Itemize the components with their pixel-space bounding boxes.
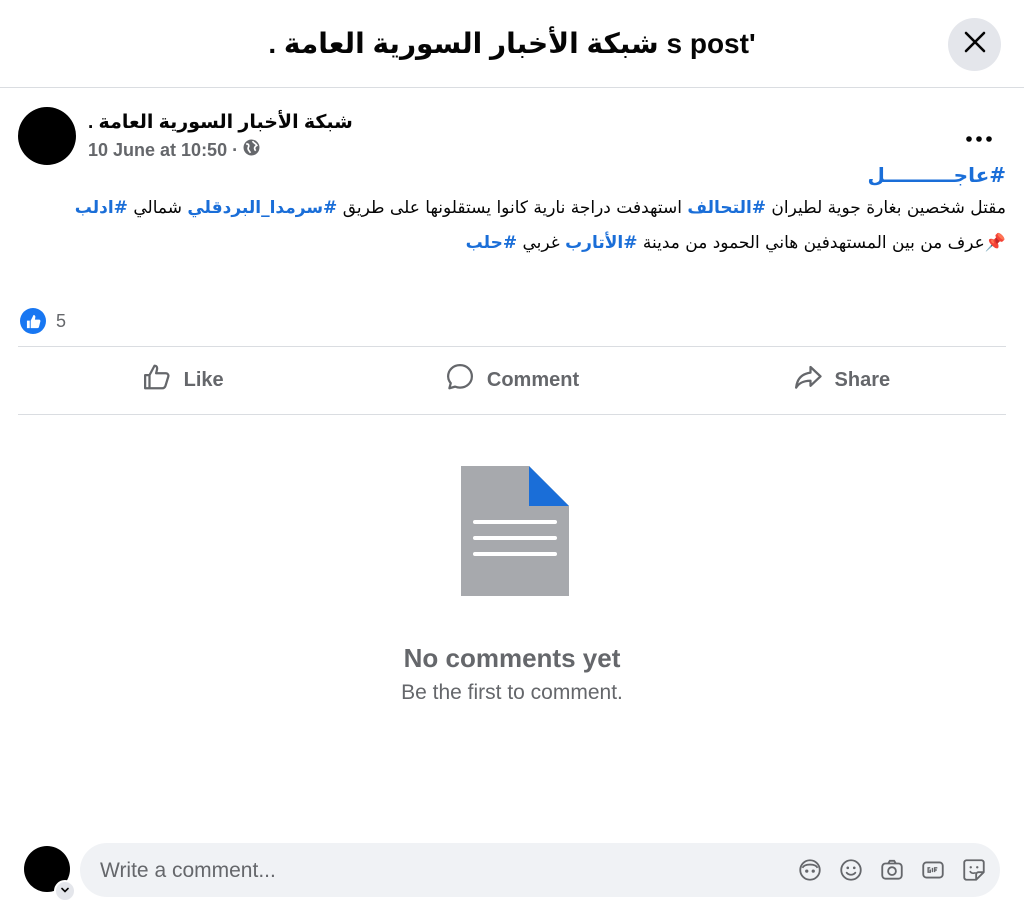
post-text: شمالي (127, 198, 188, 218)
share-button[interactable]: Share (677, 346, 1006, 414)
close-icon (964, 31, 986, 58)
close-button[interactable] (948, 18, 1001, 71)
avatar-sticker-icon[interactable] (796, 856, 824, 884)
comment-label: Comment (486, 368, 580, 391)
composer-icons (796, 856, 988, 884)
post-date[interactable]: 10 June at 10:50 (88, 139, 227, 161)
comment-bubble-icon (445, 362, 475, 398)
share-arrow-icon (793, 362, 823, 398)
comment-button[interactable]: Comment (347, 346, 676, 414)
post-paragraph-1: مقتل شخصين بغارة جوية لطيران #التحالف اس… (66, 196, 1006, 221)
post-actions: Like Comment Share (18, 346, 1006, 414)
author-name[interactable]: شبكة الأخبار السورية العامة . (88, 111, 353, 135)
empty-state-title: No comments yet (403, 643, 621, 673)
meta-separator: · (232, 140, 239, 160)
post-text: استهدفت دراجة نارية كانوا يستقلونها على … (337, 198, 688, 218)
post-paragraph-2: 📌عرف من بين المستهدفين هاني الحمود من مد… (66, 231, 1006, 256)
gif-icon[interactable] (919, 856, 947, 884)
post-meta: 10 June at 10:50 · (88, 139, 260, 161)
dialog-header: 's post شبكة الأخبار السورية العامة . (0, 0, 1024, 88)
like-reaction-icon (20, 308, 46, 334)
hashtag-aleppo[interactable]: #حلب (466, 233, 517, 253)
share-label: Share (834, 368, 891, 391)
urgent-hashtag[interactable]: #عاجــــــــــل (66, 163, 1006, 188)
post-text: عرف من بين المستهدفين هاني الحمود من مدي… (637, 233, 985, 253)
camera-icon[interactable] (878, 856, 906, 884)
comment-input[interactable] (98, 843, 702, 899)
hashtag-coalition[interactable]: #التحالف (687, 198, 766, 218)
author-avatar[interactable] (18, 107, 76, 165)
hashtag-sarmada[interactable]: #سرمدا_البردقلي (187, 198, 337, 218)
comment-composer (80, 843, 1000, 899)
post-text: غربي (517, 233, 566, 253)
profile-switcher-button[interactable] (54, 880, 76, 902)
emoji-icon[interactable] (837, 856, 865, 884)
empty-document-icon (461, 466, 569, 596)
hashtag-idlib[interactable]: #ادلب (75, 198, 128, 218)
dialog-title: 's post شبكة الأخبار السورية العامة . (268, 28, 756, 59)
post-text: مقتل شخصين بغارة جوية لطيران (766, 198, 1006, 218)
reaction-count: 5 (56, 310, 67, 331)
chevron-down-icon (60, 882, 70, 900)
reactions-summary[interactable]: 5 (20, 308, 66, 334)
hashtag-atarib[interactable]: #الأتارب (565, 233, 637, 253)
thumbs-up-icon (142, 362, 172, 398)
sticker-icon[interactable] (960, 856, 988, 884)
post-content: #عاجــــــــــل مقتل شخصين بغارة جوية لط… (66, 163, 1006, 266)
like-label: Like (183, 368, 224, 391)
pin-icon: 📌 (984, 233, 1006, 253)
globe-icon (243, 139, 260, 161)
more-options-button[interactable] (962, 123, 996, 143)
empty-state-subtitle: Be the first to comment. (401, 681, 623, 704)
more-dots-icon (966, 117, 992, 149)
divider (18, 414, 1006, 415)
like-button[interactable]: Like (18, 346, 347, 414)
